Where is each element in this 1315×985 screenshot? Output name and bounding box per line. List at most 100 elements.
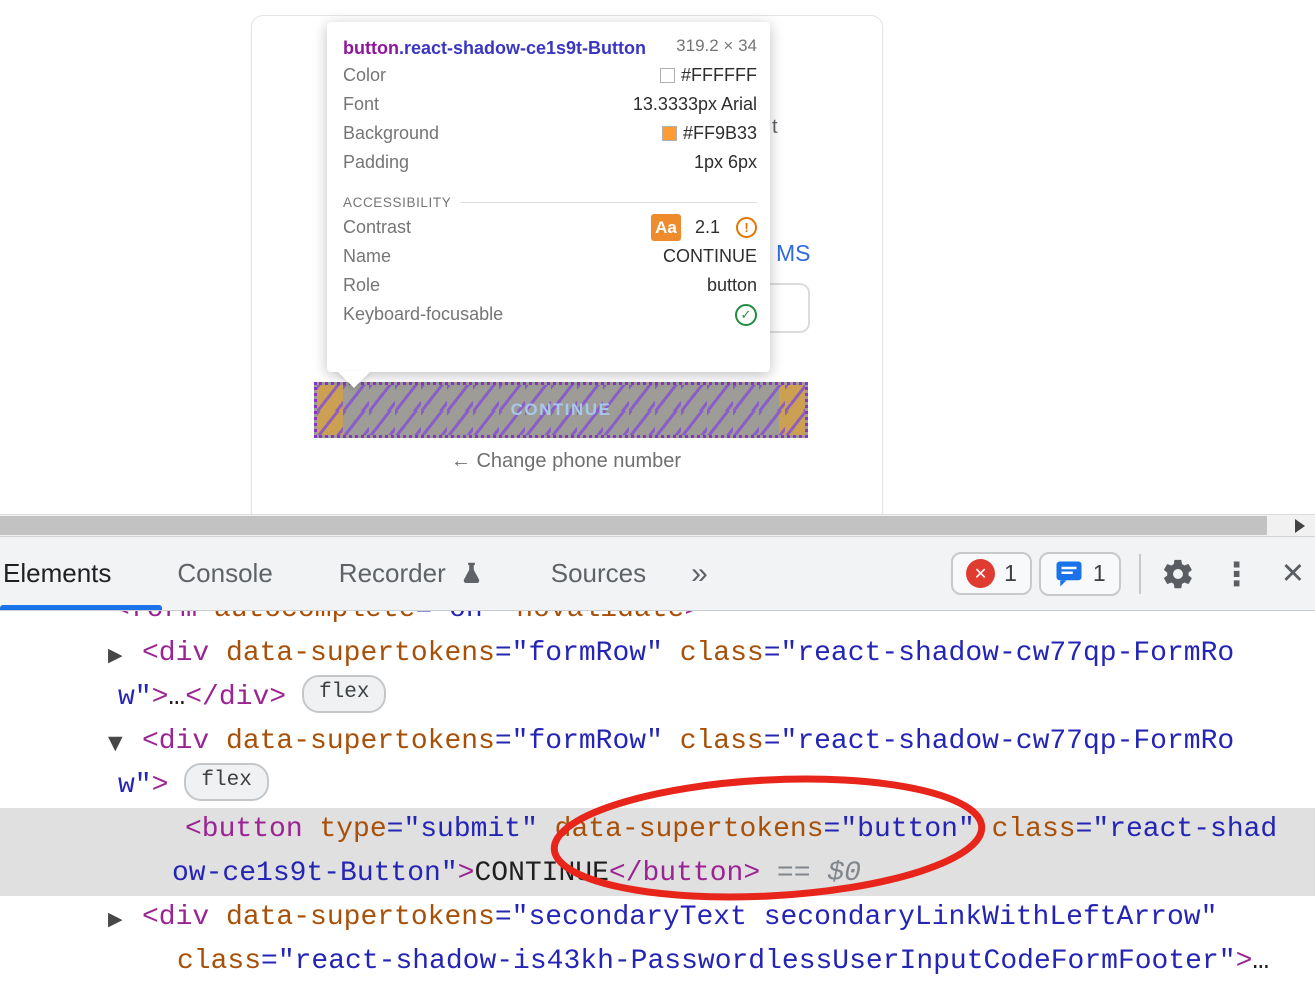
page-horizontal-scrollbar[interactable] [0, 514, 1315, 537]
property-value-text: 1px 6px [694, 152, 757, 173]
code-segment: … [1252, 946, 1269, 977]
message-badge[interactable]: 1 [1039, 552, 1121, 596]
code-segment: </button> [609, 858, 760, 889]
tree-line[interactable]: <button type="submit" data-supertokens ="… [0, 808, 1315, 852]
code-segment: ="formRow" [495, 638, 663, 669]
resend-sms-link-fragment[interactable]: MS [776, 240, 811, 267]
scrollbar-right-arrow-icon[interactable] [1295, 519, 1305, 533]
scrollbar-thumb[interactable] [0, 516, 1267, 535]
error-badge[interactable]: ✕1 [951, 552, 1032, 595]
tab-label: Sources [551, 558, 646, 589]
accessibility-value: Aa2.1! [651, 214, 757, 241]
toolbar-divider [1139, 554, 1141, 594]
code-segment: class [663, 726, 764, 757]
tooltip-pointer-arrow [337, 371, 371, 388]
tree-line[interactable]: ▼<div data-supertokens="formRow" class="… [0, 720, 1315, 764]
flex-badge[interactable]: flex [184, 763, 268, 801]
tab-console[interactable]: Console [144, 537, 305, 610]
accessibility-value: CONTINUE [663, 246, 757, 267]
tree-line[interactable]: w">…</div>flex [0, 676, 1315, 720]
elements-tree: <form autocomplete="on" novalidate>▶<div… [0, 611, 1315, 985]
close-devtools-icon[interactable]: ✕ [1281, 556, 1305, 591]
code-segment: type [319, 814, 386, 845]
code-segment: <div [142, 726, 226, 757]
code-segment: </div> [185, 682, 286, 713]
code-segment: data-supertokens [538, 814, 824, 845]
highlighted-continue-button[interactable]: CONTINUE [314, 382, 808, 438]
code-segment: class [177, 946, 261, 977]
active-tab-underline [0, 605, 162, 610]
code-segment: == [760, 858, 827, 889]
continue-button-label: CONTINUE [317, 385, 805, 435]
tooltip-class-name: .react-shadow-ce1s9t-Button [399, 38, 646, 58]
tree-line[interactable]: class="react-shadow-is43kh-PasswordlessU… [0, 940, 1315, 984]
property-label: Background [343, 123, 439, 144]
code-segment: <div [142, 638, 226, 669]
error-icon: ✕ [966, 559, 995, 588]
code-segment: > [152, 682, 169, 713]
accessibility-header: ACCESSIBILITY [343, 191, 757, 213]
tooltip-header: button.react-shadow-ce1s9t-Button 319.2 … [343, 35, 757, 61]
code-segment: ="formRow" [495, 726, 663, 757]
change-phone-number-link[interactable]: ← Change phone number [251, 450, 881, 473]
accessibility-label: Name [343, 246, 391, 267]
code-segment: > [684, 611, 701, 625]
property-value: 1px 6px [694, 152, 757, 173]
tree-line[interactable]: ▶<div data-supertokens="formRow" class="… [0, 632, 1315, 676]
tree-line[interactable]: w">flex [0, 764, 1315, 808]
accessibility-row: Name CONTINUE [343, 242, 757, 271]
code-segment: class [975, 814, 1076, 845]
property-label: Padding [343, 152, 409, 173]
tab-sources[interactable]: Sources [518, 537, 679, 610]
code-segment: <div [142, 902, 226, 933]
tab-recorder[interactable]: Recorder [306, 537, 518, 610]
code-segment: ="submit" [387, 814, 538, 845]
contrast-aa-badge: Aa [651, 214, 681, 241]
code-segment: <button [185, 814, 319, 845]
code-segment: > [458, 858, 475, 889]
disclosure-down-icon[interactable]: ▼ [108, 721, 123, 765]
screen: t MS CONTINUE ← Change phone number butt… [0, 0, 1315, 985]
property-value: #FFFFFF [660, 65, 757, 86]
property-row: Padding 1px 6px [343, 148, 757, 177]
accessibility-label: Role [343, 275, 380, 296]
code-segment: ow-ce1s9t-Button" [172, 858, 458, 889]
property-value: 13.3333px Arial [633, 94, 757, 115]
disclosure-right-icon[interactable]: ▶ [108, 897, 123, 941]
code-segment: <form [113, 611, 214, 625]
property-row: Background#FF9B33 [343, 119, 757, 148]
flex-badge[interactable]: flex [302, 675, 386, 713]
accessibility-value: button [707, 275, 757, 296]
tree-line[interactable]: ow-ce1s9t-Button">CONTINUE</button> == $… [0, 852, 1315, 896]
code-segment: ="on" [415, 611, 499, 625]
accessibility-row: ContrastAa2.1! [343, 213, 757, 242]
code-segment: w" [118, 770, 152, 801]
contrast-warning-icon: ! [736, 217, 757, 238]
tab-label: Elements [3, 558, 111, 589]
flask-icon [458, 559, 485, 589]
tab-label: Recorder [339, 558, 446, 589]
tab-elements[interactable]: Elements [0, 537, 144, 610]
tooltip-element-title: button.react-shadow-ce1s9t-Button [343, 35, 673, 61]
error-count: 1 [1004, 560, 1017, 587]
settings-gear-icon[interactable] [1161, 557, 1195, 591]
color-swatch [662, 126, 677, 141]
accessibility-row: Role button [343, 271, 757, 300]
property-value-text: 13.3333px Arial [633, 94, 757, 115]
tree-line[interactable]: <form autocomplete="on" novalidate> [0, 611, 1315, 632]
message-count: 1 [1093, 560, 1106, 587]
accessibility-label: Keyboard-focusable [343, 304, 503, 325]
property-value-text: #FFFFFF [681, 65, 757, 86]
inspect-tooltip: button.react-shadow-ce1s9t-Button 319.2 … [327, 22, 770, 372]
code-segment: ="react-shad [1076, 814, 1278, 845]
tooltip-dimensions: 319.2 × 34 [676, 35, 757, 56]
accessibility-value: ✓ [735, 304, 757, 326]
more-options-menu-icon[interactable]: ⋮ [1221, 555, 1253, 593]
tree-line[interactable]: ▶<div data-supertokens="secondaryText se… [0, 896, 1315, 940]
accessibility-row: Keyboard-focusable ✓ [343, 300, 757, 329]
disclosure-right-icon[interactable]: ▶ [108, 633, 123, 677]
code-segment: data-supertokens [226, 638, 495, 669]
code-segment: class [663, 638, 764, 669]
more-tabs-chevron[interactable]: » [679, 557, 720, 591]
property-label: Font [343, 94, 379, 115]
